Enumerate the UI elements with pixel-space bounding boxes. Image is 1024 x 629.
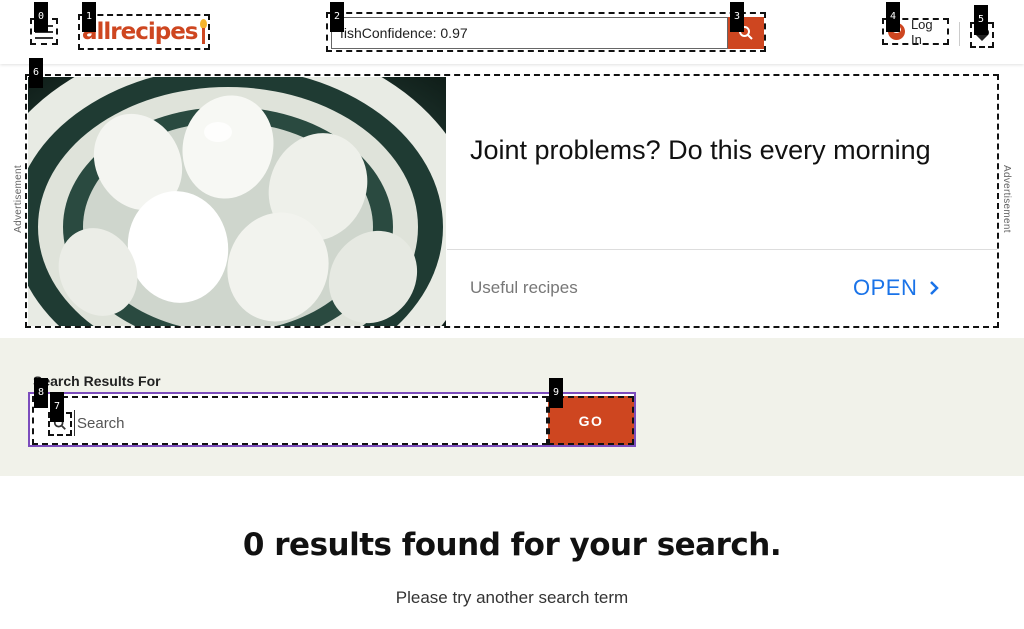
marker-tag: 7 — [50, 392, 64, 422]
ad-side-label: Advertisement — [1001, 165, 1012, 233]
results-search-field[interactable] — [32, 396, 548, 445]
results-search-input[interactable] — [74, 410, 534, 436]
allrecipes-logo[interactable]: allrecipes — [78, 14, 210, 50]
marker-tag: 3 — [730, 2, 744, 32]
boiled-eggs-illustration — [28, 77, 446, 326]
login-label: Log In — [910, 16, 933, 47]
menu-bar — [35, 36, 53, 39]
ad-source: Useful recipes — [470, 278, 578, 297]
ad-side-label: Advertisement — [13, 165, 24, 233]
marker-tag: 6 — [29, 58, 43, 88]
header-search-input[interactable] — [331, 17, 728, 49]
ad-open-button[interactable]: OPEN — [853, 275, 940, 301]
ad-open-label: OPEN — [853, 275, 918, 300]
logo-spoon-icon — [199, 19, 207, 45]
chevron-right-icon — [930, 281, 940, 295]
no-results-heading: 0 results found for your search. — [242, 527, 782, 563]
try-another-text: Please try another search term — [395, 588, 629, 607]
header-divider — [959, 22, 960, 46]
search-results-label: Search Results For — [33, 373, 161, 389]
header-search — [326, 12, 766, 52]
marker-tag: 8 — [34, 378, 48, 408]
marker-tag: 0 — [34, 2, 48, 32]
marker-tag: 4 — [886, 2, 900, 32]
ad-divider — [447, 249, 997, 250]
ad-headline[interactable]: Joint problems? Do this every morning — [470, 133, 940, 167]
marker-tag: 5 — [974, 5, 988, 35]
advertisement-banner[interactable]: Joint problems? Do this every morning Us… — [25, 74, 999, 328]
marker-tag: 1 — [82, 2, 96, 32]
ad-image-boiled-eggs[interactable] — [28, 77, 446, 326]
search-results-form: GO — [28, 392, 636, 447]
marker-tag: 9 — [549, 378, 563, 408]
site-header: allrecipes Log In — [0, 0, 1024, 64]
marker-tag: 2 — [330, 2, 344, 32]
logo-text: allrecipes — [82, 19, 199, 45]
search-results-band: Search Results For GO — [0, 338, 1024, 476]
